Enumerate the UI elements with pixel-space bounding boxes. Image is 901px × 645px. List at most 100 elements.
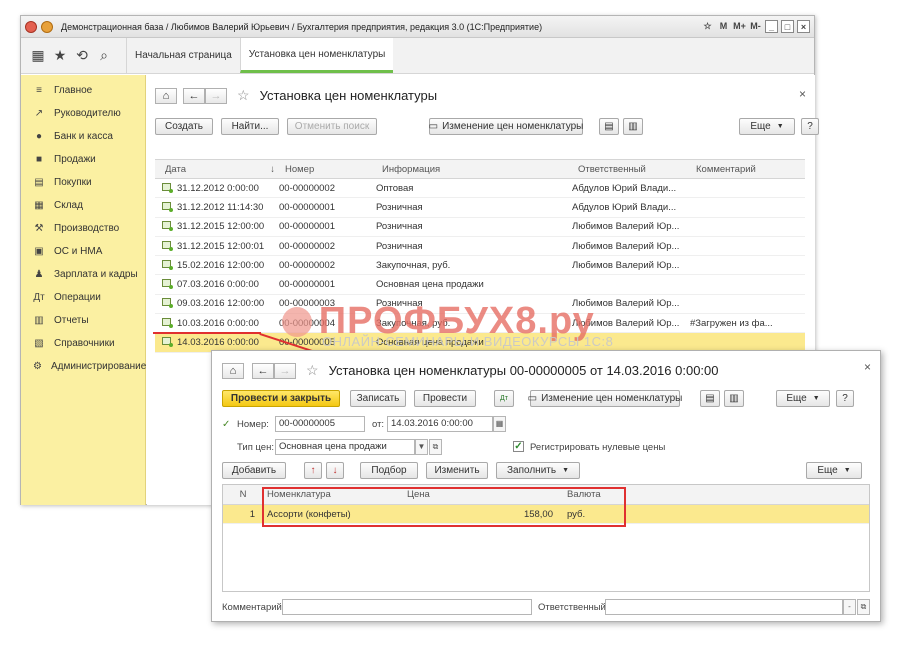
sidebar-item-label: Администрирование (50, 361, 147, 372)
report-icon[interactable]: ▥ (724, 390, 744, 407)
dropdown-icon[interactable]: - (843, 599, 856, 615)
date-field[interactable]: 14.03.2016 0:00:00 (387, 416, 493, 432)
close-icon[interactable]: × (799, 87, 806, 101)
responsible-field[interactable] (605, 599, 843, 615)
back-arrow-icon[interactable]: ← (183, 87, 205, 104)
items-more-button[interactable]: Еще ▼ (806, 462, 862, 479)
history-icon[interactable]: ⟲ (71, 47, 93, 64)
sidebar-item[interactable]: ▤ Покупки (21, 171, 145, 194)
document-icon (161, 201, 173, 212)
post-and-close-button[interactable]: Провести и закрыть (222, 390, 340, 407)
table-row[interactable]: 31.12.2012 0:00:00 00-00000002 Оптовая Абду… (155, 179, 805, 199)
memory-plus-button[interactable]: M+ (733, 20, 746, 33)
create-button[interactable]: Создать (155, 118, 213, 135)
minimize-button[interactable]: _ (765, 20, 778, 33)
col-comment[interactable]: Комментарий (692, 164, 792, 175)
table-row[interactable]: 31.12.2012 11:14:30 00-00000001 Розничная А… (155, 198, 805, 218)
back-arrow-icon[interactable]: ← (252, 362, 274, 379)
print-doc-icon[interactable]: ▤ (599, 118, 619, 135)
help-button[interactable]: ? (801, 118, 819, 135)
section-icon: ⚒ (34, 223, 44, 234)
post-button[interactable]: Провести (414, 390, 476, 407)
table-row[interactable]: 07.03.2016 0:00:00 00-00000001 Основная це… (155, 275, 805, 295)
forward-arrow-icon[interactable]: → (274, 362, 296, 379)
sidebar-item[interactable]: ● Банк и касса (21, 125, 145, 148)
tab-home[interactable]: Начальная страница (126, 38, 240, 73)
price-type-field[interactable]: Основная цена продажи (275, 439, 415, 455)
sidebar-item[interactable]: ▥ Отчеты (21, 309, 145, 332)
calendar-icon[interactable]: ▦ (493, 416, 506, 432)
cell-date: 15.02.2016 12:00:00 (177, 259, 265, 271)
edit-button[interactable]: Изменить (426, 462, 488, 479)
close-window-button[interactable]: × (797, 20, 810, 33)
report-icon[interactable]: ▥ (623, 118, 643, 135)
home-icon[interactable]: ⌂ (155, 87, 177, 104)
section-icon: ▤ (34, 177, 44, 188)
sidebar-item[interactable]: ♟ Зарплата и кадры (21, 263, 145, 286)
tab-price-setting[interactable]: Установка цен номенклатуры (239, 38, 394, 73)
search-icon[interactable]: ⌕ (93, 47, 115, 64)
close-icon[interactable]: × (864, 360, 871, 374)
favorite-star-icon[interactable]: ☆ (237, 87, 250, 104)
col-number[interactable]: Номер (281, 164, 378, 175)
print-doc-icon[interactable]: ▤ (700, 390, 720, 407)
sidebar-item[interactable]: ↗ Руководителю (21, 102, 145, 125)
posted-status-icon: ✓ (222, 419, 231, 430)
favorite-star-icon[interactable]: ☆ (306, 362, 319, 379)
pick-button[interactable]: Подбор (360, 462, 418, 479)
col-info[interactable]: Информация (378, 164, 574, 175)
help-button[interactable]: ? (836, 390, 854, 407)
sidebar-item[interactable]: ⚙ Администрирование (21, 355, 147, 378)
section-icon: ▧ (34, 338, 44, 349)
change-prices-button[interactable]: ▭ Изменение цен номенклатуры (528, 390, 682, 407)
printer-icon: ▭ (428, 121, 439, 132)
favorites-star-icon[interactable]: ★ (49, 47, 71, 64)
open-icon[interactable]: ⧉ (429, 439, 442, 455)
find-button[interactable]: Найти... (221, 118, 279, 135)
move-up-icon[interactable]: ↑ (304, 462, 322, 479)
move-down-icon[interactable]: ↓ (326, 462, 344, 479)
sidebar-item[interactable]: ≡ Главное (21, 79, 145, 102)
cell-date: 31.12.2012 0:00:00 (177, 182, 259, 194)
cancel-search-button[interactable]: Отменить поиск (287, 118, 377, 135)
favorites-star-icon[interactable]: ☆ (701, 20, 714, 33)
tabs-bar: ▦ ★ ⟲ ⌕ Начальная страница Установка цен… (21, 38, 814, 74)
sidebar-item[interactable]: ▣ ОС и НМА (21, 240, 145, 263)
dropdown-arrow-icon[interactable]: ▼ (415, 439, 428, 455)
memory-minus-button[interactable]: M- (749, 20, 762, 33)
change-prices-button[interactable]: ▭ Изменение цен номенклатуры (429, 118, 583, 135)
add-button[interactable]: Добавить (222, 462, 286, 479)
sidebar-item[interactable]: ▦ Склад (21, 194, 145, 217)
number-field[interactable]: 00-00000005 (275, 416, 365, 432)
sidebar-item[interactable]: ■ Продажи (21, 148, 145, 171)
more-button[interactable]: Еще ▼ (739, 118, 795, 135)
col-date[interactable]: Дата ↓ (161, 164, 281, 175)
more-button[interactable]: Еще ▼ (776, 390, 830, 407)
maximize-button[interactable]: □ (781, 20, 794, 33)
doc-status-icon (155, 221, 173, 232)
doc-status-icon (155, 279, 173, 290)
items-toolbar: Добавить ↑ ↓ Подбор Изменить Заполнить ▼… (222, 462, 862, 479)
app-menu-icon[interactable] (41, 20, 53, 33)
col-responsible[interactable]: Ответственный (574, 164, 692, 175)
table-row[interactable]: 15.02.2016 12:00:00 00-00000002 Закупочная… (155, 256, 805, 276)
dt-kt-icon[interactable]: Дт (494, 390, 514, 407)
table-row[interactable]: 31.12.2015 12:00:00 00-00000001 Розничная Л… (155, 218, 805, 237)
open-icon[interactable]: ⧉ (857, 599, 870, 615)
number-label: Номер: (237, 419, 269, 430)
sidebar-item[interactable]: Дт Операции (21, 286, 145, 309)
col-n[interactable]: N (223, 489, 263, 500)
cell-date: 10.03.2016 0:00:00 (177, 317, 259, 329)
sidebar-item[interactable]: ⚒ Производство (21, 217, 145, 240)
home-icon[interactable]: ⌂ (222, 362, 244, 379)
fill-button[interactable]: Заполнить ▼ (496, 462, 580, 479)
table-row[interactable]: 31.12.2015 12:00:01 00-00000002 Розничная Л… (155, 237, 805, 257)
memory-m-button[interactable]: M (717, 20, 730, 33)
save-button[interactable]: Записать (350, 390, 406, 407)
register-zero-checkbox[interactable]: ✓ (513, 441, 524, 452)
apps-grid-icon[interactable]: ▦ (27, 47, 49, 64)
sidebar-item[interactable]: ▧ Справочники (21, 332, 145, 355)
price-document-form: ⌂ ← → ☆ Установка цен номенклатуры 00-00… (211, 350, 881, 622)
comment-field[interactable] (282, 599, 532, 615)
forward-arrow-icon[interactable]: → (205, 87, 227, 104)
